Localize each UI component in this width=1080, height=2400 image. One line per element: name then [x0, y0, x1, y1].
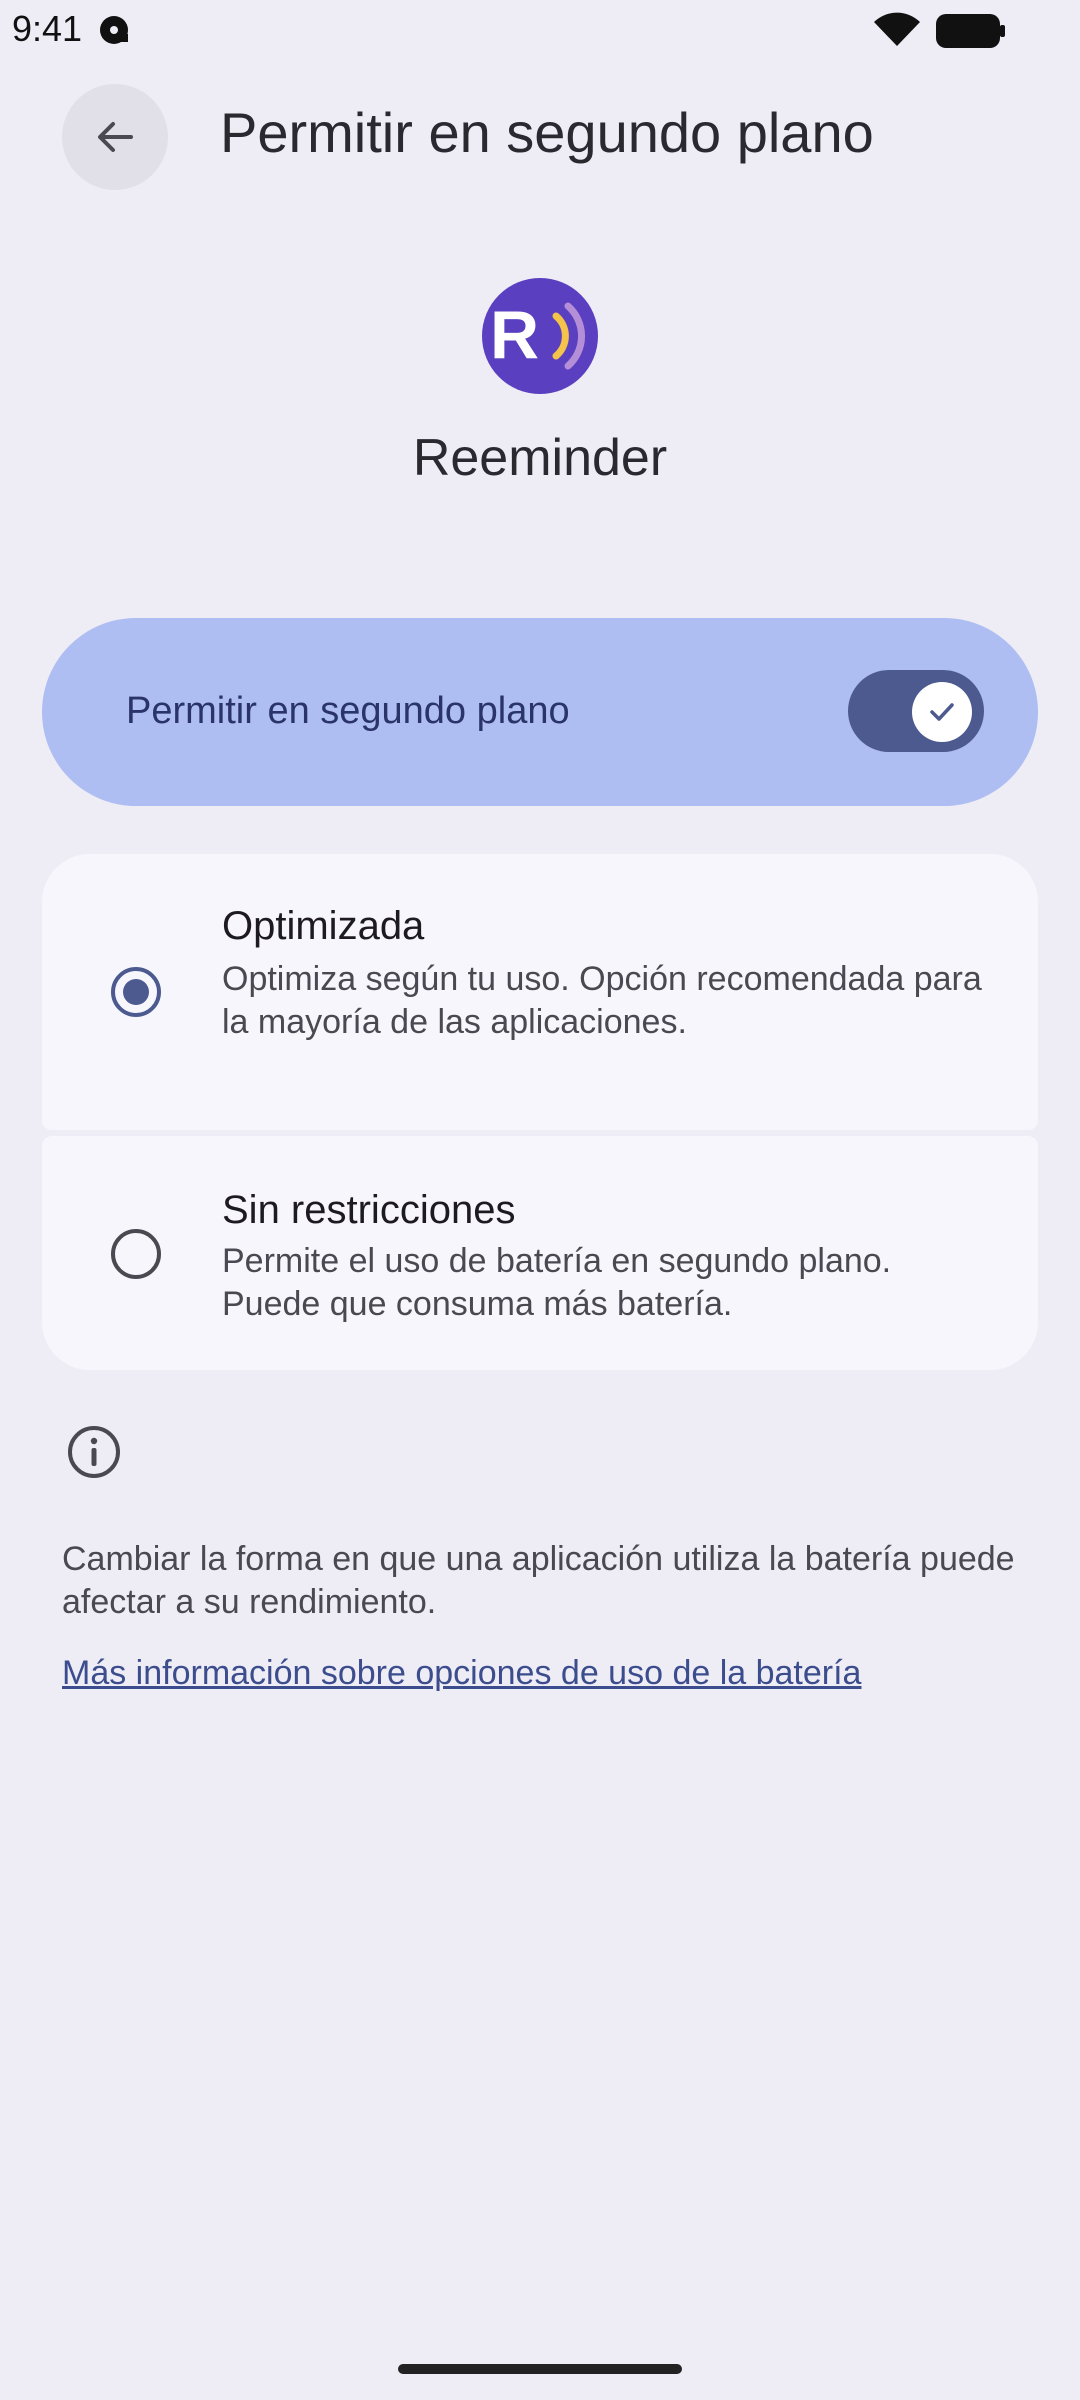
home-indicator[interactable] — [398, 2364, 682, 2374]
svg-text:R: R — [490, 297, 539, 373]
option-description: Permite el uso de batería en segundo pla… — [222, 1242, 892, 1323]
switch-thumb — [912, 682, 972, 742]
battery-info-link[interactable]: Más información sobre opciones de uso de… — [62, 1654, 861, 1693]
info-icon — [68, 1426, 120, 1478]
arrow-back-icon — [98, 122, 133, 152]
back-button[interactable] — [62, 84, 168, 190]
wifi-icon — [874, 12, 920, 46]
check-icon — [930, 703, 954, 721]
battery-icon — [936, 14, 1005, 48]
media-disc-icon — [100, 16, 128, 44]
option-title: Sin restricciones — [222, 1188, 516, 1232]
status-time: 9:41 — [12, 8, 83, 49]
app-name: Reeminder — [412, 429, 668, 487]
background-toggle-label: Permitir en segundo plano — [126, 690, 570, 732]
option-description: Optimiza según tu uso. Opción recomendad… — [222, 960, 982, 1041]
radio-optimizada-selected[interactable] — [110, 966, 162, 1018]
option-title: Optimizada — [222, 904, 425, 948]
reeminder-app-icon: R — [482, 278, 598, 394]
info-text: Cambiar la forma en que una aplicación u… — [62, 1540, 1015, 1621]
page-title: Permitir en segundo plano — [220, 101, 874, 164]
radio-sin-restricciones[interactable] — [110, 1228, 162, 1280]
